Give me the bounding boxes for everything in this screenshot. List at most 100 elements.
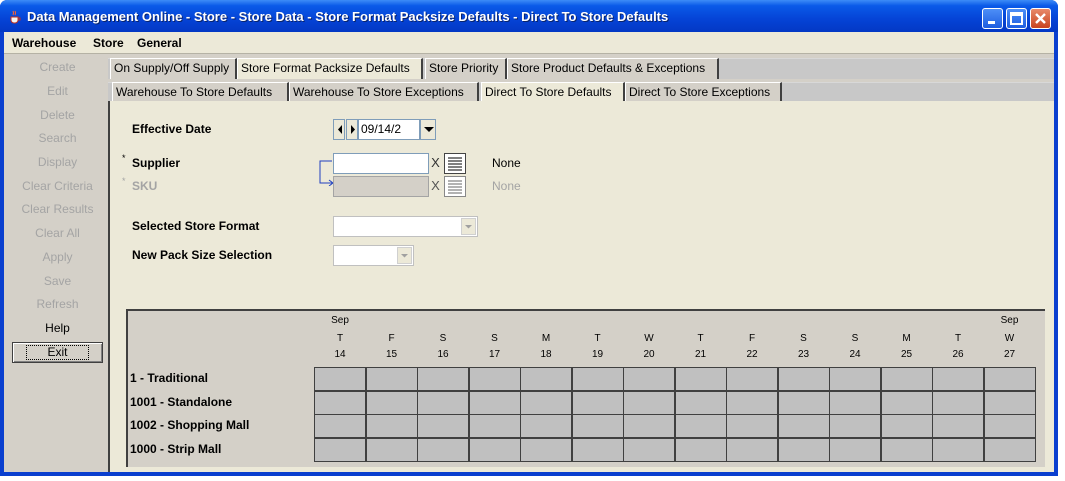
grid-cell[interactable] bbox=[314, 367, 366, 391]
tab-warehouse-to-store-exceptions[interactable]: Warehouse To Store Exceptions bbox=[289, 82, 479, 103]
grid-cell[interactable] bbox=[777, 390, 830, 415]
grid-cell[interactable] bbox=[314, 437, 366, 462]
required-marker: * bbox=[122, 153, 126, 163]
grid-cell[interactable] bbox=[983, 390, 1036, 415]
tab-on-supply-off-supply[interactable]: On Supply/Off Supply bbox=[110, 58, 237, 79]
grid-cell[interactable] bbox=[674, 414, 727, 438]
save-button[interactable]: Save bbox=[12, 271, 103, 292]
grid-cell[interactable] bbox=[520, 390, 572, 415]
grid-cell[interactable] bbox=[983, 437, 1036, 462]
grid-cell[interactable] bbox=[417, 414, 469, 438]
maximize-button[interactable] bbox=[1006, 8, 1027, 29]
grid-cell[interactable] bbox=[932, 414, 984, 438]
grid-cell[interactable] bbox=[674, 367, 727, 391]
minimize-button[interactable] bbox=[982, 8, 1003, 29]
grid-cell[interactable] bbox=[571, 367, 624, 391]
grid-cell[interactable] bbox=[417, 437, 469, 462]
exit-button[interactable]: Exit bbox=[12, 342, 103, 363]
grid-cell[interactable] bbox=[777, 414, 830, 438]
search-button[interactable]: Search bbox=[12, 128, 103, 149]
grid-cell[interactable] bbox=[365, 437, 418, 462]
create-button[interactable]: Create bbox=[12, 57, 103, 78]
grid-cell[interactable] bbox=[520, 437, 572, 462]
next-date-button[interactable] bbox=[346, 119, 358, 140]
grid-cell[interactable] bbox=[674, 390, 727, 415]
grid-cell[interactable] bbox=[571, 437, 624, 462]
clear-results-button[interactable]: Clear Results bbox=[12, 199, 103, 220]
tab-warehouse-to-store-defaults[interactable]: Warehouse To Store Defaults bbox=[112, 82, 289, 103]
grid-cell[interactable] bbox=[314, 390, 366, 415]
grid-cell[interactable] bbox=[726, 414, 778, 438]
grid-cell[interactable] bbox=[932, 367, 984, 391]
clear-sku-button[interactable]: X bbox=[429, 176, 442, 197]
supplier-input[interactable] bbox=[333, 153, 429, 174]
edit-button[interactable]: Edit bbox=[12, 81, 103, 102]
grid-cell[interactable] bbox=[571, 390, 624, 415]
grid-cell[interactable] bbox=[417, 367, 469, 391]
grid-cell[interactable] bbox=[983, 414, 1036, 438]
grid-cell[interactable] bbox=[365, 414, 418, 438]
grid-cell[interactable] bbox=[880, 414, 933, 438]
supplier-lookup-button[interactable] bbox=[444, 153, 466, 174]
grid-cell[interactable] bbox=[365, 367, 418, 391]
java-cup-icon bbox=[10, 10, 21, 24]
grid-cell[interactable] bbox=[880, 367, 933, 391]
grid-cell[interactable] bbox=[829, 390, 881, 415]
grid-cell[interactable] bbox=[777, 367, 830, 391]
menu-store[interactable]: Store bbox=[93, 36, 124, 50]
grid-cell[interactable] bbox=[983, 367, 1036, 391]
grid-cell[interactable] bbox=[468, 414, 521, 438]
delete-button[interactable]: Delete bbox=[12, 105, 103, 126]
tab-direct-to-store-defaults[interactable]: Direct To Store Defaults bbox=[481, 82, 625, 103]
grid-cell[interactable] bbox=[571, 414, 624, 438]
menu-warehouse[interactable]: Warehouse bbox=[12, 36, 76, 50]
grid-cell[interactable] bbox=[417, 390, 469, 415]
title-bar[interactable]: Data Management Online - Store - Store D… bbox=[0, 0, 1058, 32]
sku-input[interactable] bbox=[333, 176, 429, 197]
refresh-button[interactable]: Refresh bbox=[12, 294, 103, 315]
apply-button[interactable]: Apply bbox=[12, 247, 103, 268]
grid-cell[interactable] bbox=[726, 367, 778, 391]
grid-cell[interactable] bbox=[468, 390, 521, 415]
display-button[interactable]: Display bbox=[12, 152, 103, 173]
clear-supplier-button[interactable]: X bbox=[429, 153, 442, 174]
previous-date-button[interactable] bbox=[333, 119, 345, 140]
grid-cell[interactable] bbox=[880, 437, 933, 462]
help-button[interactable]: Help bbox=[12, 318, 103, 339]
new-pack-size-select[interactable] bbox=[333, 245, 414, 266]
grid-cell[interactable] bbox=[365, 390, 418, 415]
column-day: 24 bbox=[849, 349, 861, 360]
grid-cell[interactable] bbox=[468, 367, 521, 391]
clear-criteria-button[interactable]: Clear Criteria bbox=[12, 176, 103, 197]
clear-all-button[interactable]: Clear All bbox=[12, 223, 103, 244]
selected-store-format-select[interactable] bbox=[333, 216, 478, 237]
grid-cell[interactable] bbox=[520, 367, 572, 391]
grid-cell[interactable] bbox=[777, 437, 830, 462]
grid-cell[interactable] bbox=[674, 437, 727, 462]
grid-cell[interactable] bbox=[829, 414, 881, 438]
tab-store-format-packsize-defaults[interactable]: Store Format Packsize Defaults bbox=[237, 58, 423, 79]
tab-store-priority[interactable]: Store Priority bbox=[425, 58, 507, 79]
tab-direct-to-store-exceptions[interactable]: Direct To Store Exceptions bbox=[625, 82, 782, 103]
grid-cell[interactable] bbox=[880, 390, 933, 415]
menu-general[interactable]: General bbox=[137, 36, 182, 50]
sku-lookup-button[interactable] bbox=[444, 176, 466, 197]
grid-cell[interactable] bbox=[623, 390, 675, 415]
grid-cell[interactable] bbox=[932, 437, 984, 462]
effective-date-field[interactable]: 09/14/2 bbox=[358, 119, 420, 140]
grid-cell[interactable] bbox=[829, 367, 881, 391]
grid-cell[interactable] bbox=[468, 437, 521, 462]
grid-cell[interactable] bbox=[623, 367, 675, 391]
date-column-header: Sep T 14 bbox=[314, 311, 366, 367]
grid-cell[interactable] bbox=[623, 437, 675, 462]
date-dropdown-button[interactable] bbox=[420, 119, 436, 140]
grid-cell[interactable] bbox=[829, 437, 881, 462]
grid-cell[interactable] bbox=[726, 390, 778, 415]
grid-cell[interactable] bbox=[623, 414, 675, 438]
grid-cell[interactable] bbox=[520, 414, 572, 438]
grid-cell[interactable] bbox=[726, 437, 778, 462]
grid-cell[interactable] bbox=[314, 414, 366, 438]
close-button[interactable] bbox=[1030, 8, 1051, 29]
tab-store-product-defaults-exceptions[interactable]: Store Product Defaults & Exceptions bbox=[507, 58, 719, 79]
grid-cell[interactable] bbox=[932, 390, 984, 415]
